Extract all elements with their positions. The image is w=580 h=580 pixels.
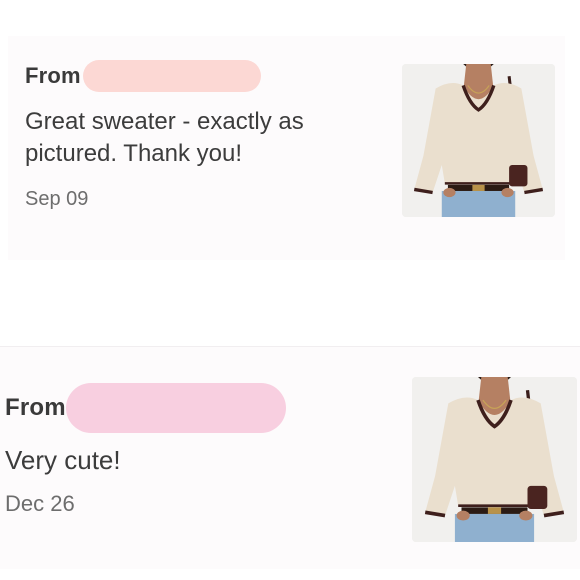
review-card: From Very cute! Dec 26: [0, 346, 580, 569]
from-label: From: [5, 394, 66, 421]
redacted-username: [65, 383, 286, 433]
sweater-product-photo-icon: [402, 64, 555, 217]
from-label: From: [25, 63, 81, 88]
review-author-line: From: [5, 383, 286, 433]
review-author-line: From: [25, 60, 261, 92]
product-thumbnail[interactable]: [412, 377, 577, 542]
review-card: From Great sweater - exactly as pictured…: [8, 36, 565, 260]
review-date: Dec 26: [5, 491, 75, 516]
review-message: Very cute!: [5, 445, 121, 475]
redacted-username: [82, 60, 261, 92]
reviews-feed: From Great sweater - exactly as pictured…: [0, 0, 580, 580]
product-thumbnail[interactable]: [402, 64, 555, 217]
sweater-product-photo-icon: [412, 377, 577, 542]
review-date: Sep 09: [25, 188, 89, 210]
review-message: Great sweater - exactly as pictured. Tha…: [25, 108, 304, 168]
